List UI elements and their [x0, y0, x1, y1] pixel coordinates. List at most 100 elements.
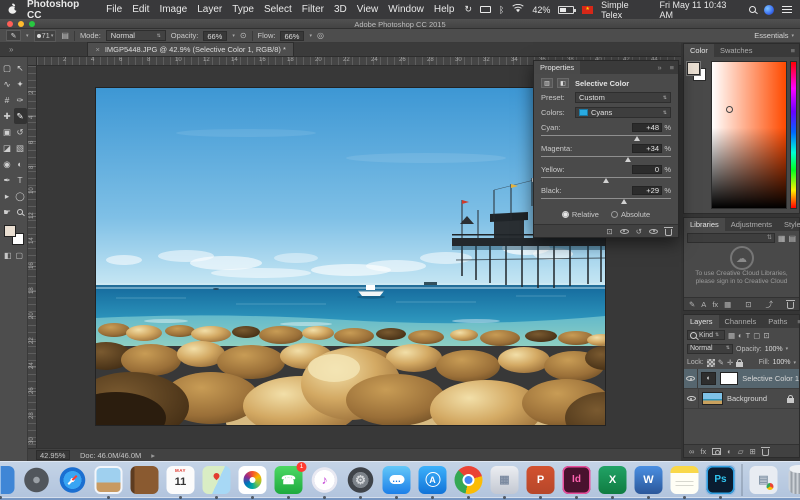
dock-word[interactable]: W: [634, 465, 664, 495]
wifi-icon[interactable]: [512, 4, 524, 15]
clip-to-layer-icon[interactable]: ⊡: [606, 227, 612, 236]
filter-type-icon[interactable]: T: [746, 331, 751, 340]
input-source-flag-icon[interactable]: ★: [582, 6, 593, 14]
share-icon[interactable]: ⤴: [766, 299, 774, 310]
tool-rectangular-marquee[interactable]: ▢: [1, 60, 14, 76]
notification-center-icon[interactable]: [782, 6, 792, 13]
layer-row-selective-color-1[interactable]: ◐Selective Color 1: [684, 369, 799, 389]
menu-view[interactable]: View: [357, 4, 379, 15]
dock-itunes[interactable]: ♪: [310, 465, 340, 495]
dock-finder[interactable]: [0, 465, 16, 495]
toggle-brush-panel-icon[interactable]: ▤: [61, 31, 69, 40]
dock-photos[interactable]: [238, 465, 268, 495]
black-value[interactable]: +29: [632, 186, 662, 195]
airbrush-icon[interactable]: ◎: [317, 31, 324, 40]
brush-preset-picker[interactable]: 71 ▾: [34, 30, 57, 42]
tab-channels[interactable]: Channels: [719, 315, 763, 328]
tab-libraries[interactable]: Libraries: [684, 218, 725, 231]
new-layer-icon[interactable]: ⊞: [750, 447, 756, 456]
tool-brush[interactable]: ✎: [14, 108, 27, 124]
add-color-icon[interactable]: ▦: [724, 300, 731, 309]
dock-launchpad[interactable]: [22, 465, 52, 495]
view-previous-state-icon[interactable]: [620, 229, 629, 234]
magenta-slider-track[interactable]: [541, 154, 671, 163]
dock-facetime[interactable]: ☎1: [274, 465, 304, 495]
library-select[interactable]: ⇅: [687, 233, 775, 243]
dock-image-capture[interactable]: ▦: [490, 465, 520, 495]
layer-visibility-toggle[interactable]: [684, 369, 698, 388]
black-slider-thumb[interactable]: [621, 199, 627, 204]
bluetooth-icon[interactable]: ᛒ: [499, 5, 504, 15]
dock-chrome[interactable]: [454, 465, 484, 495]
dock-notes[interactable]: [670, 465, 700, 495]
layer-opacity-value[interactable]: 100%: [765, 346, 783, 353]
opacity-caret-icon[interactable]: ▾: [232, 33, 235, 39]
grid-view-icon[interactable]: ▦: [778, 234, 786, 243]
dock-app-store[interactable]: A: [418, 465, 448, 495]
tool-zoom[interactable]: [14, 204, 27, 220]
dock-messages[interactable]: …: [382, 465, 412, 495]
mask-icon[interactable]: ◧: [557, 78, 569, 88]
toolbar-collapse-icon[interactable]: »: [9, 45, 13, 54]
flow-value[interactable]: 66%: [280, 31, 304, 41]
tab-swatches[interactable]: Swatches: [714, 44, 759, 57]
color-picker-ring[interactable]: [726, 106, 733, 113]
dock-powerpoint[interactable]: P: [526, 465, 556, 495]
menu-3d[interactable]: 3D: [334, 4, 347, 15]
menu-edit[interactable]: Edit: [132, 4, 149, 15]
cyan-slider-thumb[interactable]: [634, 136, 640, 141]
yellow-value[interactable]: 0: [632, 165, 662, 174]
layer-blend-mode-select[interactable]: Normal⇅: [687, 344, 733, 354]
layer-thumbnail[interactable]: [702, 392, 723, 405]
apple-menu-icon[interactable]: [8, 3, 17, 17]
layer-visibility-toggle[interactable]: [684, 389, 699, 408]
tool-clone-stamp[interactable]: ▣: [1, 124, 14, 140]
workspace-switcher[interactable]: Essentials ▾: [754, 31, 794, 40]
tool-spot-healing[interactable]: ✚: [1, 108, 14, 124]
list-view-icon[interactable]: ▤: [788, 234, 796, 243]
panel-menu-icon[interactable]: ≡: [793, 315, 800, 328]
layer-style-icon[interactable]: fx: [700, 447, 706, 456]
dock-safari[interactable]: [58, 465, 88, 495]
window-title-bar[interactable]: Adobe Photoshop CC 2015: [0, 19, 800, 29]
tool-preset-icon[interactable]: ✎: [6, 30, 21, 41]
tab-styles[interactable]: Styles: [778, 218, 800, 231]
tab-color[interactable]: Color: [684, 44, 714, 57]
filter-kind-select[interactable]: Kind⇅: [687, 330, 725, 340]
new-group-icon[interactable]: ▱: [738, 447, 744, 456]
layer-mask-thumbnail[interactable]: [720, 372, 738, 385]
tool-blur[interactable]: ◉: [1, 156, 14, 172]
dock-trash[interactable]: [785, 465, 800, 495]
panel-menu-icon[interactable]: ≡: [666, 61, 678, 74]
dock-contacts[interactable]: [130, 465, 160, 495]
adjustment-thumbnail[interactable]: ◐: [701, 372, 716, 385]
tool-move[interactable]: ↖: [14, 60, 27, 76]
link-layers-icon[interactable]: ∞: [689, 447, 694, 456]
screen-mode-icon[interactable]: ▢: [16, 251, 24, 260]
preset-select[interactable]: Custom⇅: [575, 92, 671, 103]
delete-adjustment-icon[interactable]: [665, 229, 672, 236]
reset-icon[interactable]: ↺: [636, 227, 642, 236]
input-source-label[interactable]: Simple Telex: [601, 0, 651, 20]
filter-pixel-icon[interactable]: ▦: [728, 331, 735, 340]
siri-icon[interactable]: [764, 5, 774, 15]
foreground-color-swatch[interactable]: [687, 62, 700, 75]
hue-slider[interactable]: [790, 61, 797, 209]
flow-caret-icon[interactable]: ▾: [309, 33, 312, 39]
menu-select[interactable]: Select: [264, 4, 292, 15]
tool-dodge[interactable]: ◐: [14, 156, 27, 172]
filter-adjustment-icon[interactable]: ◐: [738, 331, 743, 340]
sync-icon[interactable]: ↻: [464, 4, 472, 15]
foreground-color-swatch[interactable]: [4, 225, 16, 237]
fill-value[interactable]: 100%: [773, 359, 791, 366]
lock-all-icon[interactable]: [736, 362, 743, 367]
menu-window[interactable]: Window: [388, 4, 424, 15]
delete-library-icon[interactable]: [787, 302, 794, 309]
yellow-slider-thumb[interactable]: [603, 178, 609, 183]
new-adjustment-layer-icon[interactable]: ◐: [727, 447, 732, 456]
collapse-panel-icon[interactable]: »: [653, 61, 665, 74]
tool-path-selection[interactable]: ▸: [1, 188, 14, 204]
document-tab[interactable]: × IMGP5448.JPG @ 42.9% (Selective Color …: [87, 42, 293, 56]
ruler-corner[interactable]: [28, 57, 37, 66]
tool-magic-wand[interactable]: ✦: [14, 76, 27, 92]
